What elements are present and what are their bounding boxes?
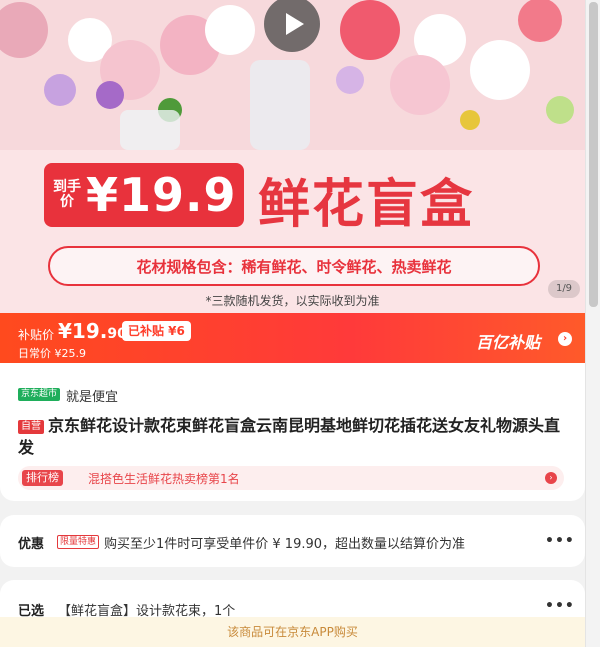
more-icon[interactable]: ••• [545,598,575,614]
promotion-label: 优惠 [18,537,45,552]
daily-price: 日常价 ¥25.9 [18,347,86,360]
hero-badge-label: 到手价 [53,179,81,210]
scrollbar-thumb[interactable] [589,2,598,307]
app-purchase-banner[interactable]: 该商品可在京东APP购买 [0,617,585,647]
product-page: 到手价 ¥19.9 鲜花盲盒 花材规格包含：稀有鲜花、时令鲜花、热卖鲜花 *三款… [0,0,600,647]
hero-note: *三款随机发货，以实际收到为准 [205,294,380,308]
price-bar[interactable]: 补贴价 ¥19.90 已补贴 ¥6 日常价 ¥25.9 百亿补贴 › [0,313,585,363]
subsidy-price: ¥19.90 [58,319,127,343]
chevron-right-icon[interactable]: › [558,332,572,346]
subsidy-brand-logo[interactable]: 百亿补贴 [476,329,540,353]
play-icon [285,13,304,35]
shop-slogan: 就是便宜 [66,390,119,405]
product-hero-image[interactable]: 到手价 ¥19.9 鲜花盲盒 花材规格包含：稀有鲜花、时令鲜花、热卖鲜花 *三款… [0,0,585,313]
promotion-tag: 限量特惠 [57,535,100,549]
subsidy-price-label: 补贴价 [18,328,55,342]
self-operated-tag: 自营 [18,420,44,434]
hero-price-badge: 到手价 ¥19.9 [44,163,244,227]
more-icon[interactable]: ••• [545,533,575,549]
ranking-tag: 排行榜 [22,470,63,486]
scrollbar[interactable] [585,0,600,647]
product-title: 京东鲜花设计款花束鲜花盲盒云南昆明基地鲜切花插花送女友礼物源头直发 [18,416,561,457]
hero-spec-pill: 花材规格包含：稀有鲜花、时令鲜花、热卖鲜花 [48,246,540,286]
ranking-text: 混搭色生活鲜花热卖榜第1名 [88,472,240,486]
hero-badge-price: ¥19.9 [86,168,237,222]
promotion-text: 购买至少1件时可享受单件价 ¥ 19.90，超出数量以结算价为准 [104,537,466,552]
subsidy-price-integer: ¥19. [58,319,108,343]
image-pager: 1/9 [548,280,580,298]
chevron-right-icon: › [545,472,557,484]
shop-tag: 京东超市 [18,388,61,401]
hero-headline: 鲜花盲盒 [258,175,475,235]
subsidy-amount-tag: 已补贴 ¥6 [122,321,191,341]
ranking-bar[interactable]: 排行榜 混搭色生活鲜花热卖榜第1名 › [18,466,564,490]
